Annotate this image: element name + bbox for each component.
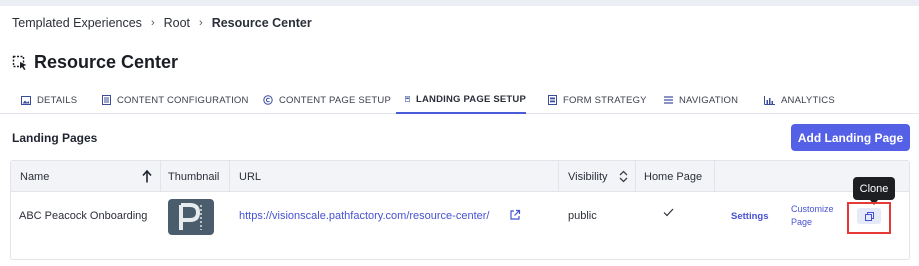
tab-content-page-setup[interactable]: CONTENT PAGE SETUP [263,84,391,114]
tab-label: CONTENT PAGE SETUP [279,94,391,106]
column-header-url: URL [239,170,262,183]
tab-label: FORM STRATEGY [563,94,647,106]
resource-center-icon [12,55,27,70]
sort-arrow-up-icon[interactable] [142,170,152,183]
section-title: Landing Pages [12,131,98,145]
form-icon [548,95,557,105]
breadcrumb: Templated Experiences › Root › Resource … [12,16,312,30]
checkmark-icon [663,208,674,217]
column-header-thumbnail: Thumbnail [168,170,220,183]
page-title: Resource Center [34,52,179,72]
table-header: Name Thumbnail URL Visibility Home Page [11,161,909,192]
breadcrumb-current: Resource Center [211,16,312,30]
chevron-right-icon: › [199,17,203,29]
document-icon [102,95,111,105]
tab-landing-page-setup[interactable]: LANDING PAGE SETUP [396,84,526,114]
tab-navigation[interactable]: NAVIGATION [664,84,738,114]
clone-button[interactable] [857,208,881,224]
tab-label: DETAILS [37,94,78,106]
breadcrumb-item[interactable]: Templated Experiences [12,16,142,30]
tab-label: ANALYTICS [781,94,835,106]
page-icon [405,96,410,102]
customize-page-link[interactable]: Customize Page [791,204,834,227]
image-icon [21,95,31,105]
top-bar [0,0,919,6]
tab-bar: DETAILS CONTENT CONFIGURATION CONTENT PA… [0,84,919,114]
tab-form-strategy[interactable]: FORM STRATEGY [548,84,647,114]
column-divider [714,161,715,192]
row-url-link[interactable]: https://visionscale.pathfactory.com/reso… [239,210,489,222]
row-visibility: public [568,210,597,222]
settings-link[interactable]: Settings [731,211,768,222]
add-landing-page-button[interactable]: Add Landing Page [791,124,910,151]
chevron-right-icon: › [150,17,155,29]
column-divider [160,161,161,192]
column-divider [558,161,559,192]
landing-page-thumbnail [168,199,214,235]
bar-chart-icon [764,95,775,105]
tab-analytics[interactable]: ANALYTICS [764,84,835,114]
column-header-home-page: Home Page [644,170,703,183]
column-header-name[interactable]: Name [20,161,49,192]
column-header-visibility[interactable]: Visibility [568,161,608,192]
row-name: ABC Peacock Onboarding [19,210,148,222]
sort-toggle-icon[interactable] [619,170,628,183]
external-link-icon[interactable] [509,209,521,221]
tab-content-configuration[interactable]: CONTENT CONFIGURATION [102,84,249,114]
tab-details[interactable]: DETAILS [21,84,77,114]
tab-label: NAVIGATION [679,94,739,106]
column-divider [229,161,230,192]
page-header: Resource Center [12,52,178,73]
landing-pages-table: Name Thumbnail URL Visibility Home Page … [10,160,910,260]
breadcrumb-item[interactable]: Root [164,16,190,30]
copyright-icon [263,95,273,105]
column-divider [635,161,636,192]
tab-label: CONTENT CONFIGURATION [117,94,249,106]
copy-icon [864,211,874,221]
tab-label: LANDING PAGE SETUP [415,93,526,105]
pathfactory-logo-icon [179,203,202,230]
clone-tooltip: Clone [853,177,895,205]
menu-icon [664,96,673,104]
